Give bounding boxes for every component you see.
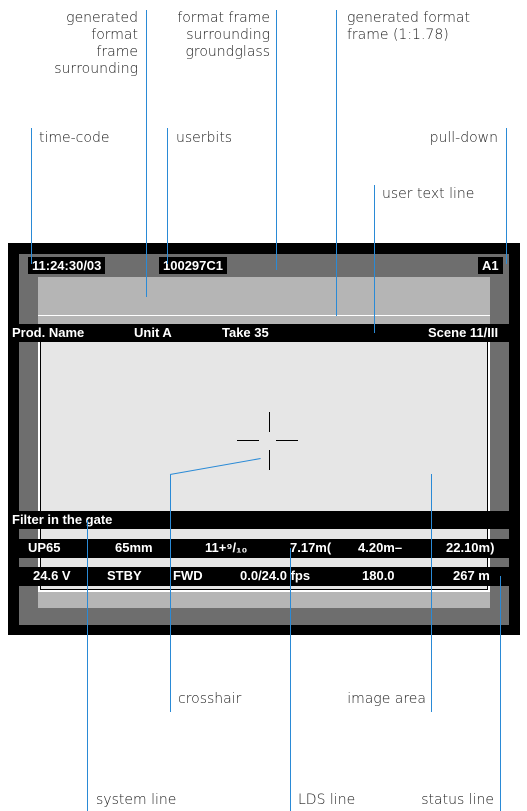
user-text-line-label: user text line bbox=[382, 186, 475, 202]
time-code-display: 11:24:30/03 bbox=[28, 257, 106, 274]
lens-type: UP65 bbox=[28, 540, 61, 555]
time-code-label: time-code bbox=[39, 130, 110, 146]
focal-length: 65mm bbox=[115, 540, 153, 555]
callout-format-frame-groundglass bbox=[276, 10, 277, 270]
callout-generated-frame-surrounding bbox=[146, 10, 147, 297]
userbits-display: 100297C1 bbox=[159, 257, 227, 274]
battery-voltage: 24.6 V bbox=[33, 568, 71, 583]
crosshair-top bbox=[269, 412, 270, 432]
callout-userbits bbox=[167, 128, 168, 264]
unit: Unit A bbox=[134, 325, 172, 340]
generated-frame-surrounding-label: generated format frame surrounding bbox=[54, 10, 138, 77]
callout-user-text-line bbox=[374, 185, 375, 333]
callout-lds-line bbox=[290, 548, 291, 811]
depth-far: 22.10m) bbox=[446, 540, 495, 555]
crosshair-left bbox=[237, 440, 259, 441]
system-message: Filter in the gate bbox=[12, 512, 113, 527]
image-area-label: image area bbox=[347, 691, 426, 707]
iris-value: 11+⁹/₁₀ bbox=[205, 540, 248, 555]
shutter-angle: 180.0 bbox=[362, 568, 395, 583]
callout-status-line bbox=[500, 576, 501, 811]
system-line-label: system line bbox=[96, 792, 177, 808]
prod-name: Prod. Name bbox=[12, 325, 85, 340]
lds-line-label: LDS line bbox=[298, 792, 356, 808]
run-direction: FWD bbox=[173, 568, 203, 583]
generated-format-frame-label: generated format frame (1:1.78) bbox=[347, 10, 470, 43]
userbits-label: userbits bbox=[176, 130, 233, 146]
frame-rate: 0.0/24.0 fps bbox=[240, 568, 311, 583]
format-frame-groundglass-label: format frame surrounding groundglass bbox=[177, 10, 270, 60]
callout-time-code bbox=[31, 128, 32, 264]
crosshair-label: crosshair bbox=[178, 691, 242, 707]
crosshair-bottom bbox=[269, 450, 270, 470]
callout-crosshair bbox=[170, 475, 171, 712]
pull-down-display: A1 bbox=[478, 257, 503, 274]
crosshair-right bbox=[276, 440, 298, 441]
film-length: 267 m bbox=[453, 568, 490, 583]
callout-pull-down bbox=[506, 128, 507, 264]
pull-down-label: pull-down bbox=[429, 130, 498, 146]
callout-image-area bbox=[431, 474, 432, 712]
focus-distance: 7.17m( bbox=[290, 540, 332, 555]
depth-near: 4.20m– bbox=[358, 540, 403, 555]
format-frame-line bbox=[38, 315, 490, 316]
callout-system-line bbox=[87, 520, 88, 811]
take: Take 35 bbox=[222, 325, 269, 340]
status-line-label: status line bbox=[421, 792, 494, 808]
camera-mode: STBY bbox=[107, 568, 142, 583]
callout-generated-format-frame bbox=[336, 10, 337, 316]
lds-line bbox=[8, 539, 520, 558]
scene: Scene 11/III bbox=[428, 325, 499, 340]
